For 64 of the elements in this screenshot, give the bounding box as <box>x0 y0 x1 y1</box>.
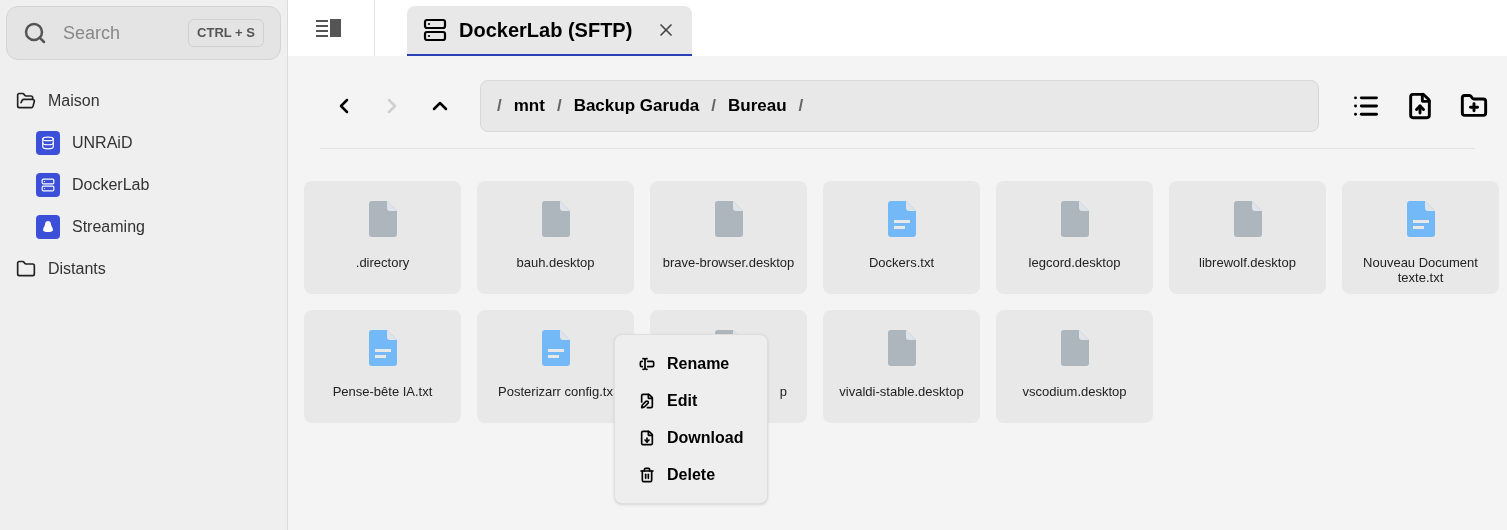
file-name: Pense-bête IA.txt <box>332 384 433 399</box>
file-name: vivaldi-stable.desktop <box>839 384 964 399</box>
database-icon <box>36 131 60 155</box>
file-card[interactable]: librewolf.desktop <box>1169 181 1326 294</box>
sidebar-toggle-icon[interactable] <box>316 18 342 38</box>
file-name: bauh.desktop <box>516 255 595 270</box>
server-icon <box>36 173 60 197</box>
file-name: Posterizarr config.tx <box>498 384 613 399</box>
text-cursor-icon <box>639 355 655 372</box>
path-segment[interactable]: Backup Garuda <box>573 93 700 119</box>
sidebar-item[interactable]: DockerLab <box>0 164 287 206</box>
path-separator: / <box>497 95 502 118</box>
file-name: Nouveau Document texte.txt <box>1362 255 1479 285</box>
text-file-icon <box>1406 201 1435 237</box>
file-icon <box>368 201 397 237</box>
path-separator: / <box>798 95 804 118</box>
search-icon <box>23 21 47 45</box>
search-field[interactable]: Search CTRL + S <box>6 6 281 60</box>
file-name: Dockers.txt <box>869 255 934 270</box>
file-card[interactable]: vscodium.desktop <box>996 310 1153 423</box>
text-file-icon <box>368 330 397 366</box>
folder-icon <box>16 259 36 279</box>
menu-item[interactable]: Delete <box>615 456 767 493</box>
search-input[interactable]: Search <box>63 19 173 47</box>
file-name: p <box>779 384 788 399</box>
path-bar[interactable]: / mnt / Backup Garuda / Bureau / <box>480 80 1319 132</box>
file-card[interactable]: bauh.desktop <box>477 181 634 294</box>
edit-icon <box>639 392 655 409</box>
sidebar-item[interactable]: Distants <box>0 248 287 290</box>
file-icon <box>1060 201 1089 237</box>
file-card[interactable]: .directory <box>304 181 461 294</box>
file-card[interactable]: vivaldi-stable.desktop <box>823 310 980 423</box>
file-icon <box>714 201 743 237</box>
file-card[interactable]: Nouveau Document texte.txt <box>1342 181 1499 294</box>
penguin-icon <box>36 215 60 239</box>
server-icon <box>423 18 447 42</box>
text-file-icon <box>541 330 570 366</box>
file-card[interactable]: legcord.desktop <box>996 181 1153 294</box>
tab[interactable]: DockerLab (SFTP) <box>407 6 693 56</box>
file-icon <box>541 201 570 237</box>
file-download-icon <box>639 429 655 446</box>
file-name: legcord.desktop <box>1028 255 1121 270</box>
trash-icon <box>639 466 655 483</box>
file-name: brave-browser.desktop <box>662 255 795 270</box>
shortcut-hint: CTRL + S <box>188 19 264 47</box>
file-name: librewolf.desktop <box>1199 255 1296 270</box>
text-file-icon <box>887 201 916 237</box>
sidebar-item[interactable]: Maison <box>0 80 287 122</box>
file-card[interactable]: brave-browser.desktop <box>650 181 807 294</box>
sidebar-item[interactable]: Streaming <box>0 206 287 248</box>
file-card[interactable]: Dockers.txt <box>823 181 980 294</box>
path-segment[interactable]: mnt <box>513 93 545 119</box>
path-separator: / <box>711 95 717 118</box>
file-name: .directory <box>355 255 410 270</box>
file-card[interactable]: Posterizarr config.tx <box>477 310 634 423</box>
file-icon <box>1233 201 1262 237</box>
sidebar-item[interactable]: UNRAiD <box>0 122 287 164</box>
path-separator: / <box>556 95 562 118</box>
folder-open-icon <box>16 91 36 111</box>
file-card[interactable]: Pense-bête IA.txt <box>304 310 461 423</box>
file-icon <box>1060 330 1089 366</box>
file-name: vscodium.desktop <box>1022 384 1127 399</box>
path-segment[interactable]: Bureau <box>728 93 787 119</box>
file-icon <box>887 330 916 366</box>
